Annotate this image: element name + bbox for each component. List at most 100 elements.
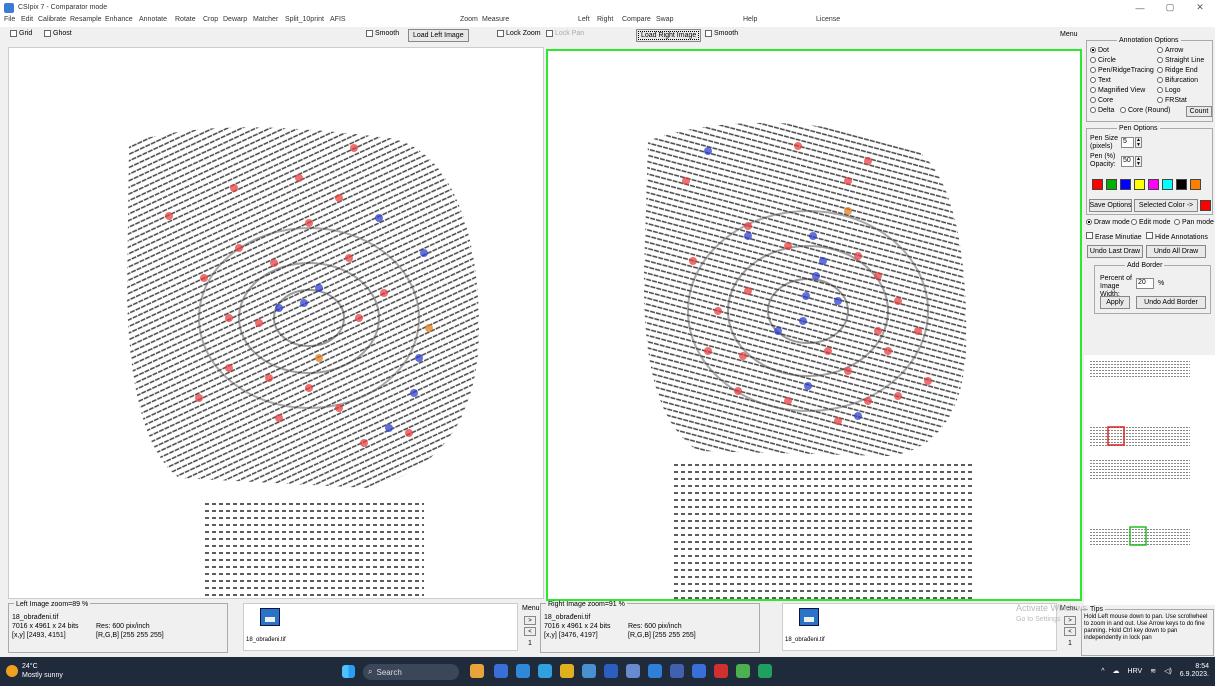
minutia-marker[interactable] bbox=[704, 347, 712, 355]
minutia-marker[interactable] bbox=[360, 439, 368, 447]
app-icon-6[interactable] bbox=[692, 664, 706, 678]
minutia-marker[interactable] bbox=[739, 352, 747, 360]
menu-license[interactable]: License bbox=[816, 16, 840, 23]
minimize-button[interactable]: — bbox=[1125, 0, 1155, 15]
pen-size-input[interactable]: 5 bbox=[1121, 137, 1134, 148]
minutia-marker[interactable] bbox=[305, 219, 313, 227]
menu-swap[interactable]: Swap bbox=[656, 16, 674, 23]
cloud-icon[interactable]: ☁ bbox=[1113, 667, 1120, 675]
minutia-marker[interactable] bbox=[335, 404, 343, 412]
language-indicator[interactable]: HRV bbox=[1128, 668, 1143, 675]
clock[interactable]: 8:54 6.9.2023. bbox=[1180, 663, 1209, 679]
minutia-marker[interactable] bbox=[704, 147, 712, 155]
minutia-marker[interactable] bbox=[305, 384, 313, 392]
minutia-marker[interactable] bbox=[874, 272, 882, 280]
minutia-marker[interactable] bbox=[295, 174, 303, 182]
minutia-marker[interactable] bbox=[894, 392, 902, 400]
minutia-marker[interactable] bbox=[230, 184, 238, 192]
minutia-marker[interactable] bbox=[375, 214, 383, 222]
erase-minutiae-checkbox[interactable]: Erase Minutiae bbox=[1086, 232, 1142, 241]
menu-measure[interactable]: Measure bbox=[482, 16, 509, 23]
minutia-marker[interactable] bbox=[802, 292, 810, 300]
menu-resample[interactable]: Resample bbox=[70, 16, 102, 23]
color-swatch[interactable] bbox=[1190, 179, 1201, 190]
option-arrow[interactable]: Arrow bbox=[1157, 47, 1183, 54]
minutia-marker[interactable] bbox=[225, 314, 233, 322]
selected-color-button[interactable]: Selected Color -> bbox=[1134, 199, 1198, 212]
minutia-marker[interactable] bbox=[689, 257, 697, 265]
option-straight-line[interactable]: Straight Line bbox=[1157, 57, 1204, 64]
left-file-preview[interactable]: 18_obrađeni.tif bbox=[243, 603, 518, 651]
load-right-image-button[interactable]: Load Right Image bbox=[636, 29, 702, 42]
minutia-marker[interactable] bbox=[734, 387, 742, 395]
undo-last-draw-button[interactable]: Undo Last Draw bbox=[1087, 245, 1143, 258]
wifi-icon[interactable]: ≋ bbox=[1150, 667, 1156, 675]
left-image-viewer[interactable] bbox=[8, 47, 544, 599]
menu-compare[interactable]: Compare bbox=[622, 16, 651, 23]
minutia-marker[interactable] bbox=[834, 417, 842, 425]
lock-pan-checkbox[interactable]: Lock Pan bbox=[546, 30, 584, 37]
color-swatch[interactable] bbox=[1148, 179, 1159, 190]
minutia-marker[interactable] bbox=[315, 284, 323, 292]
option-magnified-view[interactable]: Magnified View bbox=[1090, 87, 1145, 94]
app-icon-1[interactable] bbox=[494, 664, 508, 678]
app-icon-8[interactable] bbox=[758, 664, 772, 678]
apply-border-button[interactable]: Apply bbox=[1100, 296, 1130, 309]
minutia-marker[interactable] bbox=[844, 367, 852, 375]
minutia-marker[interactable] bbox=[874, 327, 882, 335]
minutia-marker[interactable] bbox=[345, 254, 353, 262]
minutia-marker[interactable] bbox=[195, 394, 203, 402]
color-swatch[interactable] bbox=[1134, 179, 1145, 190]
minutia-marker[interactable] bbox=[809, 232, 817, 240]
border-percent-input[interactable]: 20 bbox=[1136, 278, 1154, 289]
left-status-menu-button[interactable]: Menu bbox=[522, 605, 540, 612]
minutia-marker[interactable] bbox=[420, 249, 428, 257]
minutia-marker[interactable] bbox=[415, 354, 423, 362]
side-menu-button[interactable]: Menu bbox=[1060, 31, 1078, 38]
word-icon[interactable] bbox=[604, 664, 618, 678]
option-core-round[interactable]: Core (Round) bbox=[1120, 107, 1170, 114]
minutia-marker[interactable] bbox=[265, 374, 273, 382]
minutia-marker[interactable] bbox=[385, 424, 393, 432]
color-swatch[interactable] bbox=[1106, 179, 1117, 190]
smooth-right-checkbox[interactable]: Smooth bbox=[705, 30, 738, 37]
minutia-marker[interactable] bbox=[410, 389, 418, 397]
menu-help[interactable]: Help bbox=[743, 16, 757, 23]
menu-right[interactable]: Right bbox=[597, 16, 613, 23]
option-circle[interactable]: Circle bbox=[1090, 57, 1116, 64]
app-icon-4[interactable] bbox=[626, 664, 640, 678]
taskview-icon[interactable] bbox=[470, 664, 484, 678]
pen-size-stepper[interactable]: ▲ ▼ bbox=[1135, 137, 1142, 148]
option-pen-ridge-tracing[interactable]: Pen/RidgeTracing bbox=[1090, 67, 1154, 74]
minutia-marker[interactable] bbox=[914, 327, 922, 335]
color-swatch[interactable] bbox=[1120, 179, 1131, 190]
menu-dewarp[interactable]: Dewarp bbox=[223, 16, 247, 23]
minutia-marker[interactable] bbox=[275, 414, 283, 422]
weather-widget[interactable]: 24°C Mostly sunny bbox=[22, 662, 63, 680]
minutia-marker[interactable] bbox=[270, 259, 278, 267]
minutia-marker[interactable] bbox=[350, 144, 358, 152]
option-text[interactable]: Text bbox=[1090, 77, 1111, 84]
file-explorer-icon[interactable] bbox=[560, 664, 574, 678]
load-left-image-button[interactable]: Load Left Image bbox=[408, 29, 469, 42]
opacity-input[interactable]: 50 bbox=[1121, 156, 1134, 167]
minutia-marker[interactable] bbox=[824, 347, 832, 355]
color-swatch[interactable] bbox=[1176, 179, 1187, 190]
taskbar-search[interactable]: ⌕ Search bbox=[363, 664, 459, 680]
count-button[interactable]: Count bbox=[1186, 106, 1212, 117]
option-dot[interactable]: Dot bbox=[1090, 47, 1109, 54]
minutia-marker[interactable] bbox=[804, 382, 812, 390]
chevron-up-icon[interactable]: ^ bbox=[1101, 668, 1104, 675]
pan-mode-radio[interactable]: Pan mode bbox=[1174, 219, 1214, 226]
menu-matcher[interactable]: Matcher bbox=[253, 16, 278, 23]
minutia-marker[interactable] bbox=[894, 297, 902, 305]
right-image-viewer[interactable] bbox=[546, 49, 1082, 601]
minutia-marker[interactable] bbox=[744, 287, 752, 295]
minutia-marker[interactable] bbox=[714, 307, 722, 315]
minutia-marker[interactable] bbox=[864, 397, 872, 405]
minutia-marker[interactable] bbox=[844, 177, 852, 185]
minutia-marker[interactable] bbox=[854, 412, 862, 420]
option-core[interactable]: Core bbox=[1090, 97, 1113, 104]
menu-left[interactable]: Left bbox=[578, 16, 590, 23]
undo-add-border-button[interactable]: Undo Add Border bbox=[1136, 296, 1206, 309]
